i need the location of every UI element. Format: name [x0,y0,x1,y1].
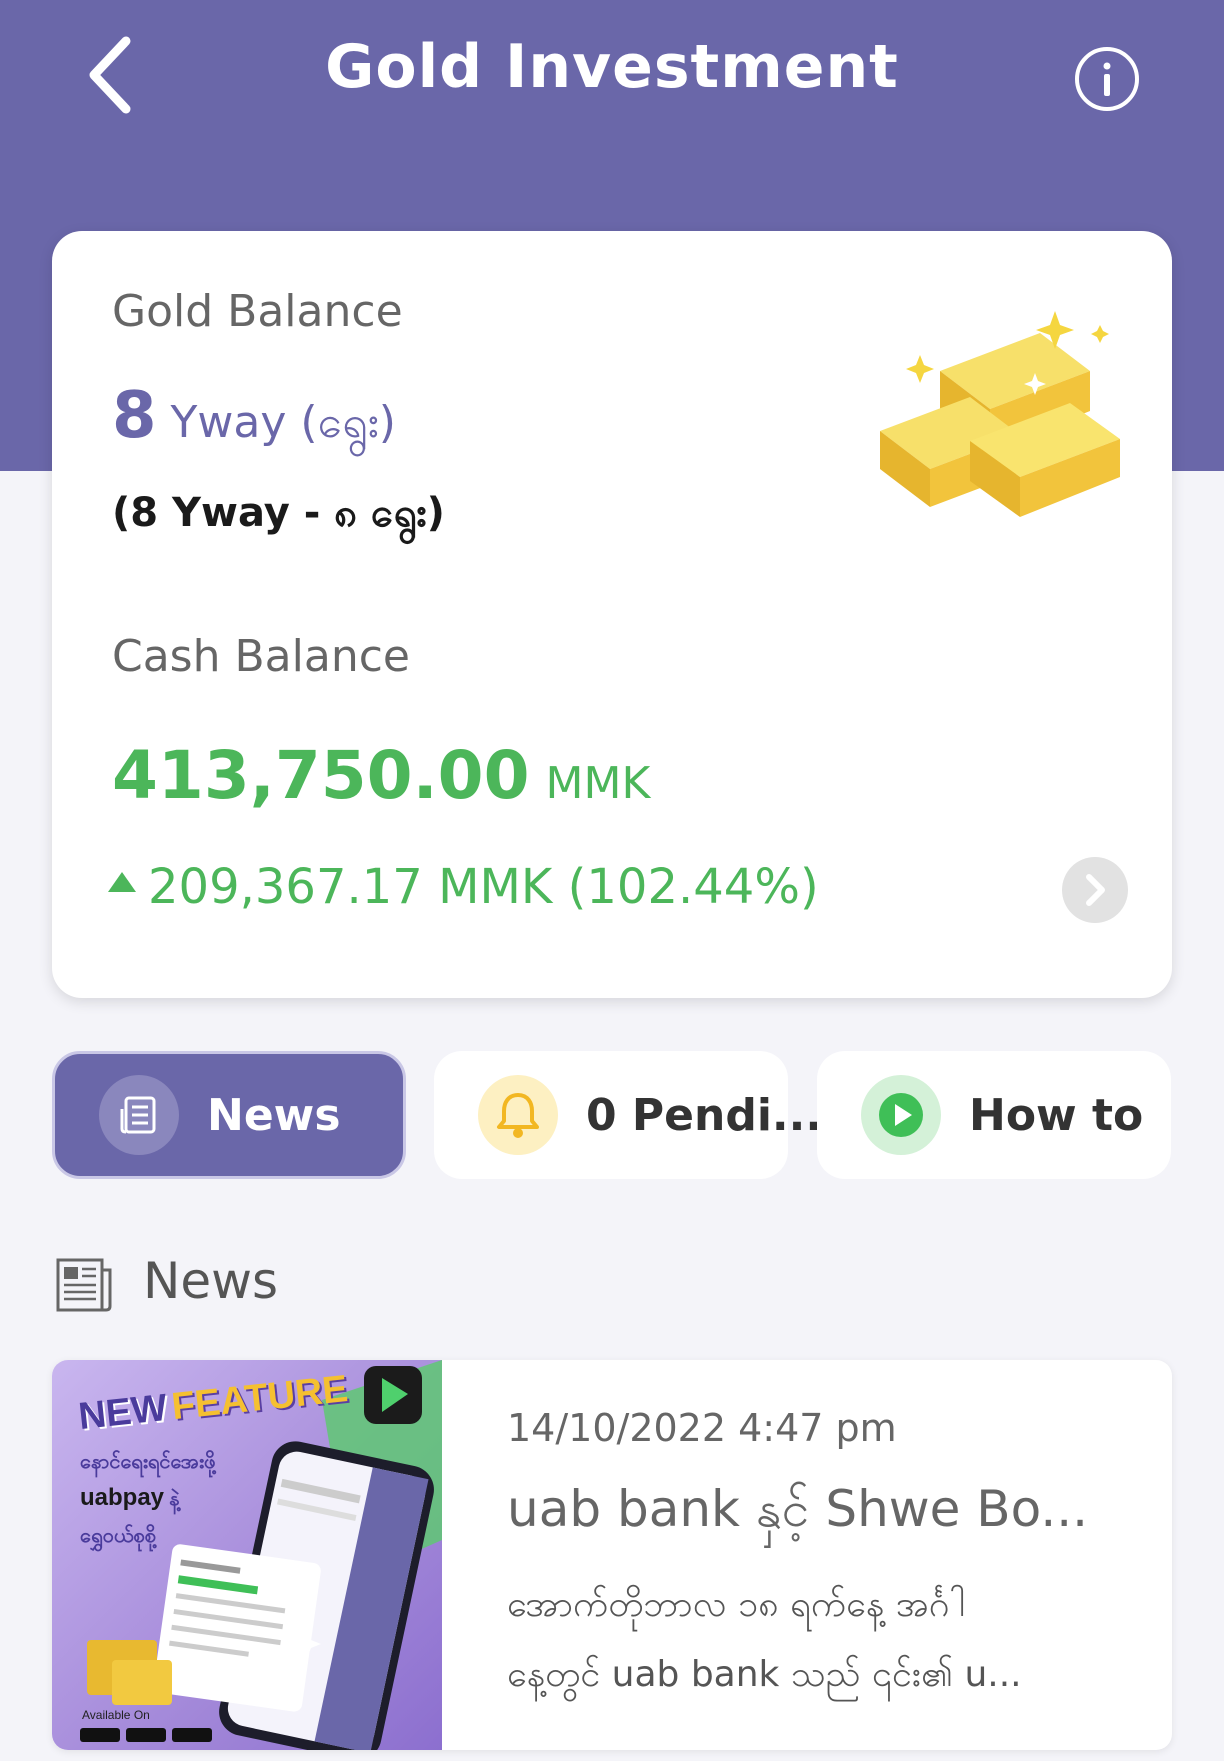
news-title: uab bank နှင့် Shwe Bo... [507,1480,1089,1538]
thumbnail-line3: ရွှေဝယ်စုစို့ [80,1523,156,1547]
thumbnail-headline-new: NEW [76,1386,170,1439]
cash-balance-number: 413,750.00 [112,737,530,814]
news-excerpt-line-2: နေ့တွင် uab bank သည် ၎င်း၏ u... [507,1654,1022,1695]
chevron-right-icon [1086,874,1105,906]
profit-row: 209,367.17 MMK (102.44%) [108,859,819,915]
balance-details-button[interactable] [1062,857,1128,923]
balance-card: Gold Balance 8 Yway (ရွေး) (8 Yway - ၈ ရ… [52,231,1172,998]
cash-balance-value: 413,750.00 MMK [112,737,650,814]
gold-balance-label: Gold Balance [112,286,403,337]
thumbnail-available: Available On [82,1708,150,1722]
news-tab-button[interactable]: News [52,1051,406,1179]
news-thumbnail: NEW FEATURE နောင်ရေးရင်အေးဖို့ uabpay နဲ… [52,1360,442,1750]
news-excerpt: အောက်တိုဘာလ ၁၈ ရက်နေ့ အင်္ဂါ နေ့တွင် uab… [507,1570,1127,1710]
newspaper-icon [56,1258,112,1312]
info-button[interactable] [1072,44,1142,114]
pending-button[interactable]: 0 Pendi... [434,1051,822,1179]
gold-balance-detail: (8 Yway - ၈ ရွေး) [112,490,445,536]
bell-icon [478,1075,558,1155]
gold-balance-unit: Yway (ရွေး) [170,397,396,448]
play-icon [861,1075,941,1155]
thumbnail-brand-row: uabpay နဲ့ [80,1484,179,1515]
cash-balance-unit: MMK [545,758,651,809]
how-to-label: How to [969,1089,1144,1141]
how-to-button[interactable]: How to [817,1051,1171,1179]
profit-text: 209,367.17 MMK (102.44%) [148,859,819,915]
news-section-title: News [143,1252,279,1310]
news-icon [99,1075,179,1155]
thumbnail-line1: နောင်ရေးရင်အေးဖို့ [80,1449,216,1473]
thumbnail-brand-suffix: နဲ့ [169,1486,180,1510]
gold-balance-number: 8 [112,379,157,453]
page-title: Gold Investment [325,32,899,102]
gold-bars-icon [880,311,1120,517]
arrow-up-icon [108,872,136,892]
pending-label: 0 Pendi... [586,1089,823,1141]
news-excerpt-line-1: အောက်တိုဘာလ ၁၈ ရက်နေ့ အင်္ဂါ [507,1584,966,1625]
news-tab-label: News [207,1089,341,1141]
gold-balance-value: 8 Yway (ရွေး) [112,379,396,459]
cash-balance-label: Cash Balance [112,631,410,682]
news-item[interactable]: NEW FEATURE နောင်ရေးရင်အေးဖို့ uabpay နဲ… [52,1360,1172,1750]
news-date: 14/10/2022 4:47 pm [507,1406,897,1450]
info-icon [1075,47,1139,111]
thumbnail-brand: uabpay [80,1484,165,1511]
